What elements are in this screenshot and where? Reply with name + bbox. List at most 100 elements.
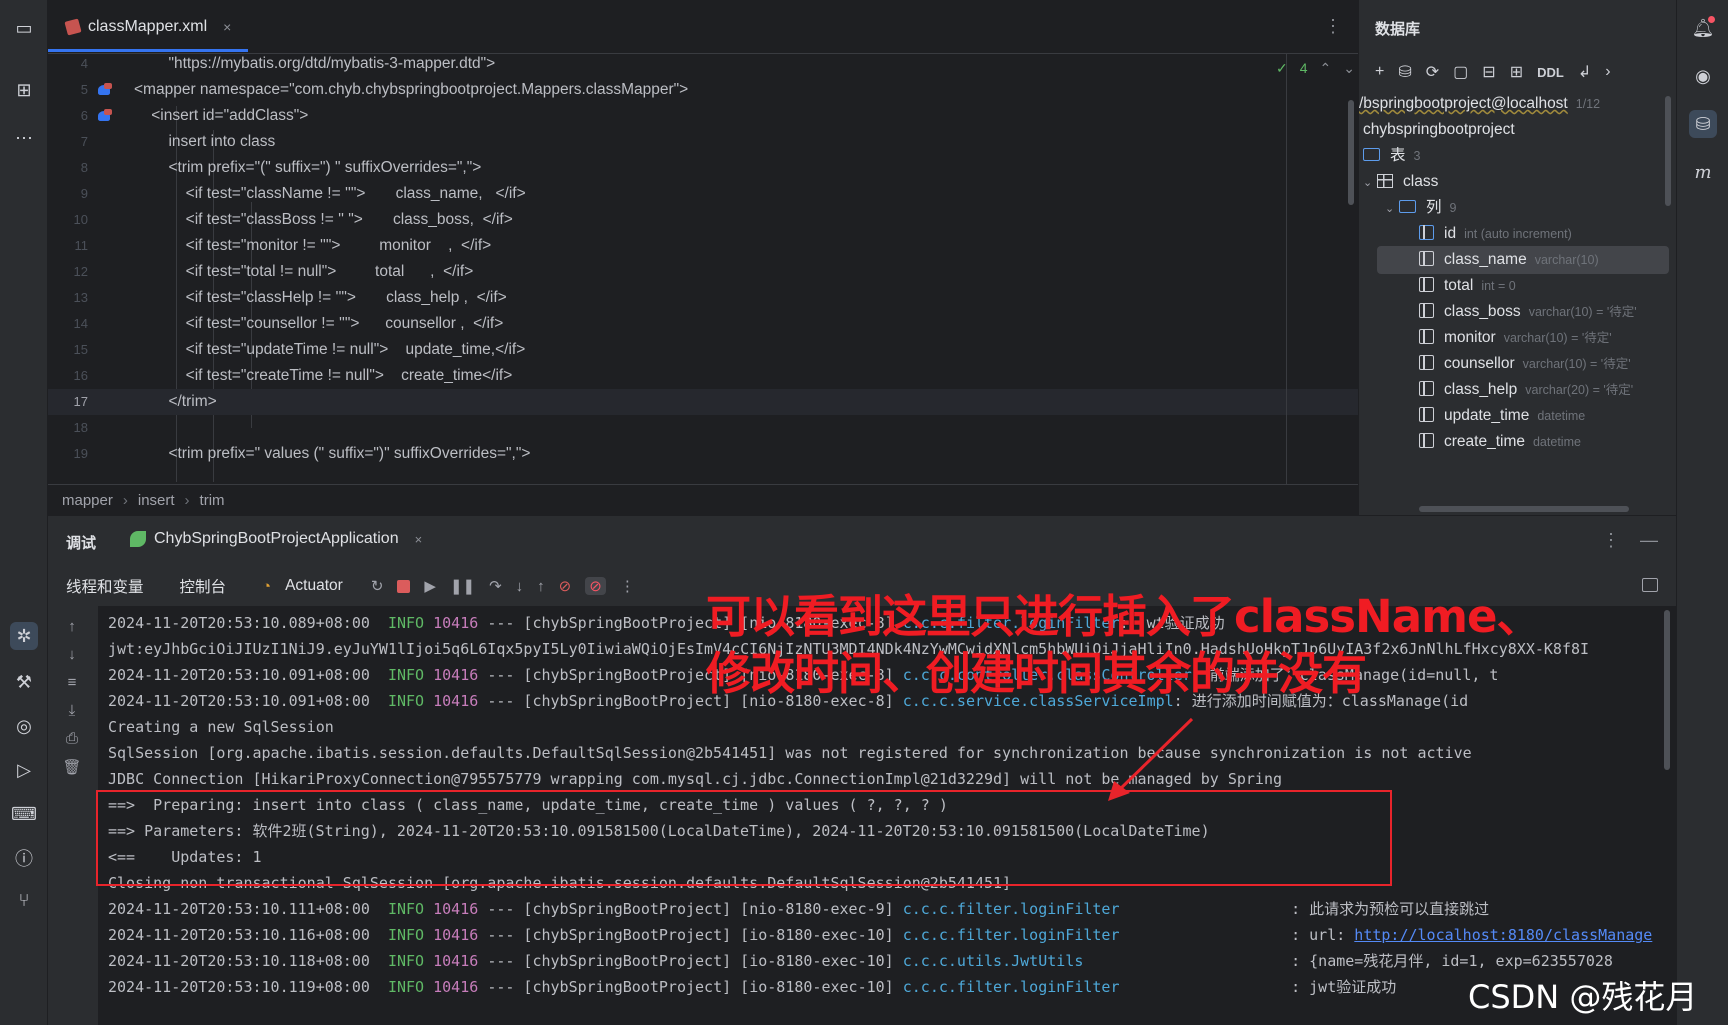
tab-more-icon[interactable]: ⋮ — [1324, 16, 1342, 37]
refresh-icon[interactable]: ⟳ — [1426, 62, 1439, 82]
console-icon[interactable]: ⊟ — [1482, 62, 1495, 82]
more-options-icon[interactable]: ⋮ — [1602, 530, 1620, 551]
tree-column-total[interactable]: total int = 0 — [1359, 272, 1669, 300]
scroll-down-icon[interactable]: ↓ — [62, 646, 82, 666]
step-into-icon[interactable]: ↓ — [516, 578, 524, 595]
tab-threads-variables[interactable]: 线程和变量 — [66, 575, 144, 597]
stop-icon[interactable]: ▢ — [1453, 62, 1468, 82]
log-pid: 10416 — [433, 900, 479, 918]
minimize-icon[interactable]: — — [1640, 530, 1658, 551]
code-line[interactable]: 14 <if test="counsellor != ''"> counsell… — [48, 311, 1358, 337]
step-out-icon[interactable]: ↑ — [537, 578, 545, 595]
chevron-up-icon[interactable]: ⌃ — [1320, 60, 1332, 77]
chevron-down-icon[interactable]: ⌄ — [1385, 195, 1399, 223]
ai-assistant-icon[interactable]: ◉ — [1689, 62, 1717, 90]
database-horizontal-scrollbar[interactable] — [1419, 506, 1629, 512]
run-config-tab[interactable]: ChybSpringBootProjectApplication × — [130, 530, 422, 548]
code-line[interactable]: 17 </trim> — [48, 389, 1358, 415]
tab-console[interactable]: 控制台 — [180, 575, 227, 597]
data-source-icon[interactable]: ⛁ — [1398, 62, 1411, 82]
tree-table-class[interactable]: ⌄ class — [1363, 168, 1673, 196]
tree-column-class-name[interactable]: class_name varchar(10) — [1377, 246, 1669, 274]
more-tools-icon[interactable]: ⋯ — [10, 124, 38, 152]
services-icon[interactable]: ◎ — [10, 712, 38, 740]
tree-tables-folder[interactable]: 表3 — [1363, 142, 1673, 170]
breadcrumb-insert[interactable]: insert — [138, 492, 175, 509]
pause-icon[interactable]: ❚❚ — [450, 577, 475, 595]
tree-connection[interactable]: /bspringbootproject@localhost 1/12 — [1359, 90, 1669, 118]
code-line[interactable]: 8 <trim prefix="(" suffix=") " suffixOve… — [48, 155, 1358, 181]
tree-schema[interactable]: chybspringbootproject — [1363, 116, 1673, 144]
column-icon — [1419, 251, 1434, 266]
view-breakpoints-icon[interactable]: ⊘ — [559, 577, 572, 595]
step-over-icon[interactable]: ↷ — [489, 577, 502, 595]
terminal-icon[interactable]: ⌨ — [10, 800, 38, 828]
chevron-down-icon[interactable]: ⌄ — [1363, 169, 1377, 197]
clear-trash-icon[interactable]: 🗑︎ — [62, 758, 82, 778]
mute-breakpoints-icon[interactable]: ⊘ — [585, 577, 606, 595]
jump-icon[interactable]: ↲ — [1578, 62, 1591, 82]
line-number: 15 — [73, 342, 88, 357]
notifications-bell-icon[interactable]: 🔔︎ — [1689, 14, 1717, 42]
code-line[interactable]: 11 <if test="monitor != ''"> monitor , <… — [48, 233, 1358, 259]
database-icon[interactable]: ⛁ — [1689, 110, 1717, 138]
chevron-right-icon[interactable]: › — [1605, 63, 1610, 81]
code-area[interactable]: 4 "https://mybatis.org/dtd/mybatis-3-map… — [48, 54, 1358, 484]
run-icon[interactable]: ▷ — [10, 756, 38, 784]
soft-wrap-icon[interactable]: ≡ — [62, 674, 82, 694]
project-folder-icon[interactable]: ▭ — [10, 14, 38, 42]
code-line[interactable]: 13 <if test="classHelp != ''"> class_hel… — [48, 285, 1358, 311]
add-icon[interactable]: + — [1375, 63, 1384, 81]
mybatis-gutter-icon[interactable] — [98, 83, 114, 97]
code-line[interactable]: 7 insert into class — [48, 129, 1358, 155]
print-icon[interactable]: ⎙ — [62, 730, 82, 750]
editor-scrollbar[interactable] — [1348, 100, 1354, 205]
tree-columns-folder[interactable]: ⌄ 列 9 — [1385, 194, 1676, 222]
code-line[interactable]: 19 <trim prefix=" values (" suffix=")" s… — [48, 441, 1358, 467]
code-line[interactable]: 10 <if test="classBoss != '' "> class_bo… — [48, 207, 1358, 233]
scroll-up-icon[interactable]: ↑ — [62, 618, 82, 638]
code-line[interactable]: 4 "https://mybatis.org/dtd/mybatis-3-map… — [48, 54, 1358, 77]
code-line[interactable]: 9 <if test="className != ''"> class_name… — [48, 181, 1358, 207]
problems-icon[interactable]: ⓘ — [10, 844, 38, 872]
scroll-to-end-icon[interactable]: ⤓ — [62, 702, 82, 722]
file-tab-classmapper[interactable]: classMapper.xml × — [58, 12, 239, 42]
close-icon[interactable]: × — [415, 532, 423, 547]
code-line[interactable]: 16 <if test="createTime != null"> create… — [48, 363, 1358, 389]
code-line[interactable]: 6 <insert id="addClass"> — [48, 103, 1358, 129]
tree-column-create-time[interactable]: create_time datetime — [1359, 428, 1669, 456]
code-line[interactable]: 12 <if test="total != null"> total , </i… — [48, 259, 1358, 285]
rerun-icon[interactable]: ↻ — [371, 577, 384, 595]
tab-actuator[interactable]: Actuator — [285, 577, 343, 595]
debug-bug-icon[interactable]: ✲ — [10, 622, 38, 650]
tree-column-class-boss[interactable]: class_boss varchar(10) = '待定' — [1359, 298, 1669, 326]
maven-icon[interactable]: m — [1689, 158, 1717, 186]
tree-column-update-time[interactable]: update_time datetime — [1359, 402, 1669, 430]
tree-column-counsellor[interactable]: counsellor varchar(10) = '待定' — [1359, 350, 1669, 378]
log-link[interactable]: http://localhost:8180/classManage — [1354, 926, 1652, 944]
build-hammer-icon[interactable]: ⚒ — [10, 668, 38, 696]
git-branch-icon[interactable]: ⑂ — [10, 886, 38, 914]
inspection-widget[interactable]: ✓ 4 ⌃ ⌄ — [1276, 60, 1355, 77]
table-view-icon[interactable]: ⊞ — [1510, 62, 1523, 82]
ddl-button[interactable]: DDL — [1537, 65, 1564, 80]
tree-column-monitor[interactable]: monitor varchar(10) = '待定' — [1359, 324, 1669, 352]
column-type: int (auto increment) — [1464, 227, 1572, 241]
stop-icon[interactable] — [397, 579, 411, 593]
structure-icon[interactable]: ⊞ — [10, 76, 38, 104]
code-line[interactable]: 15 <if test="updateTime != null"> update… — [48, 337, 1358, 363]
code-line[interactable]: 18 — [48, 415, 1358, 441]
tree-column-class-help[interactable]: class_help varchar(20) = '待定' — [1359, 376, 1669, 404]
more-icon[interactable]: ⋮ — [620, 577, 635, 595]
database-scrollbar[interactable] — [1665, 96, 1671, 206]
code-line[interactable]: 5 <mapper namespace="com.chyb.chybspringb… — [48, 77, 1358, 103]
file-tab-label: classMapper.xml — [88, 18, 208, 35]
chevron-down-icon[interactable]: ⌄ — [1343, 60, 1355, 77]
column-icon — [1419, 303, 1434, 318]
mybatis-gutter-icon[interactable] — [98, 109, 114, 123]
close-tab-icon[interactable]: × — [223, 19, 231, 35]
breadcrumb-trim[interactable]: trim — [200, 492, 225, 509]
resume-icon[interactable]: ▶ — [424, 577, 436, 595]
breadcrumb-mapper[interactable]: mapper — [62, 492, 113, 509]
tree-column-id[interactable]: id int (auto increment) — [1359, 220, 1669, 248]
